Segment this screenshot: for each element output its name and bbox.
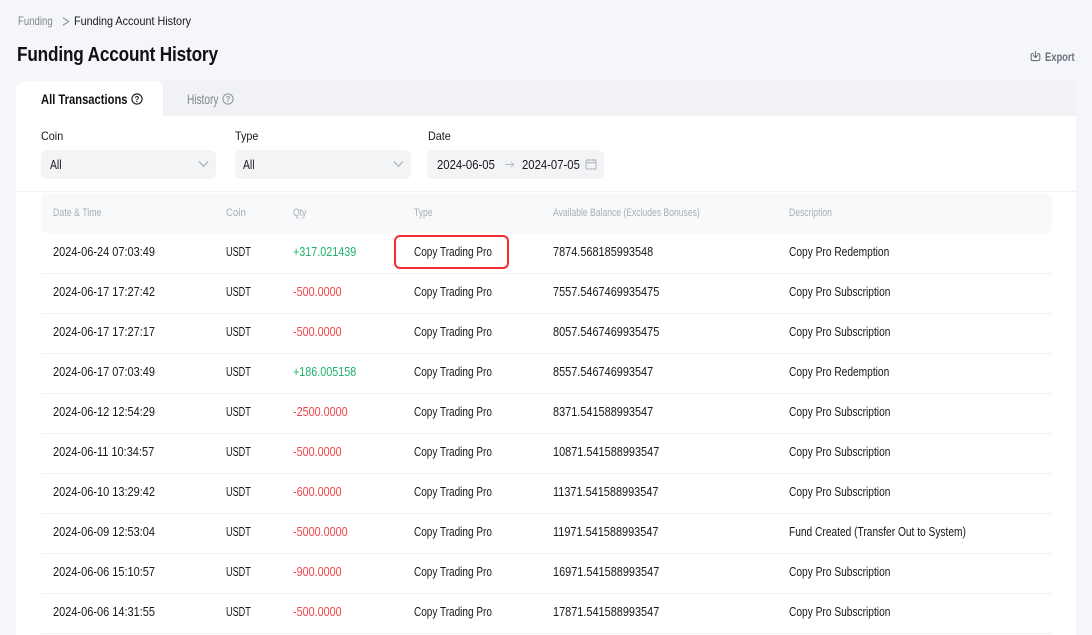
svg-text:?: ?	[134, 95, 139, 104]
svg-text:?: ?	[225, 95, 230, 104]
